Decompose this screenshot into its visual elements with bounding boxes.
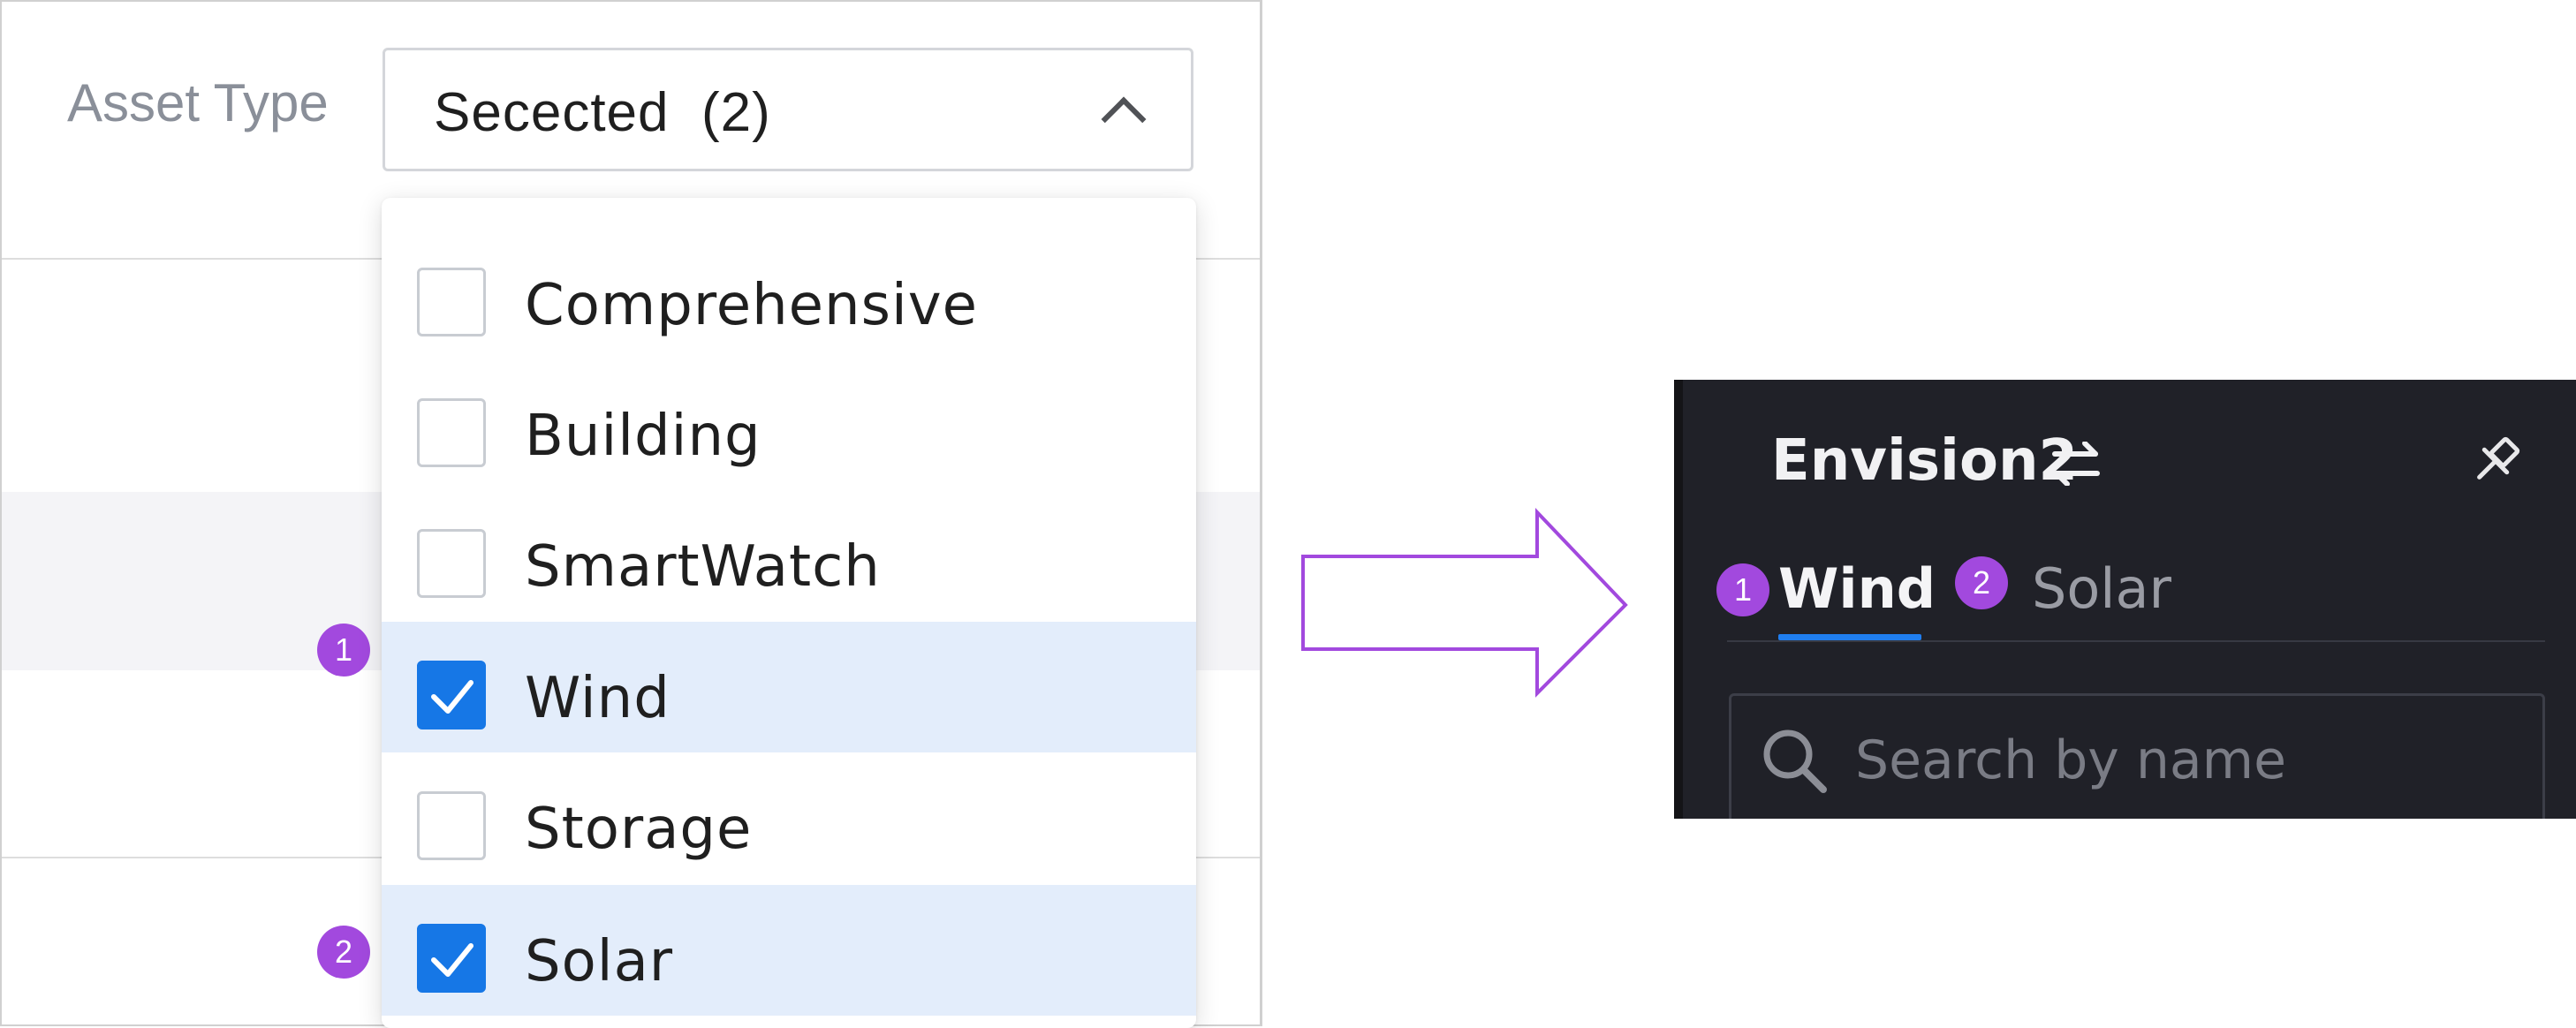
option-building[interactable]: Building [382,359,1196,490]
step-badge-1: 1 [317,624,370,677]
option-storage[interactable]: Storage [382,752,1196,883]
tabs-divider [1727,640,2545,642]
checkbox[interactable] [417,529,486,598]
chevron-up-icon [1101,96,1147,142]
checkbox[interactable] [417,268,486,336]
option-label: Comprehensive [525,273,978,338]
panel-edge [1674,380,1683,819]
check-icon [431,943,474,977]
project-name: Envision2 [1771,428,2079,494]
select-value: Secected (2) [434,82,771,143]
search-placeholder: Search by name [1855,729,2287,791]
option-label: Solar [525,929,674,994]
checkbox[interactable] [417,398,486,467]
option-label: SmartWatch [525,534,881,600]
checkbox-checked[interactable] [417,661,486,729]
pin-icon[interactable] [2469,435,2522,488]
asset-type-select[interactable]: Secected (2) [383,48,1193,171]
option-smartwatch[interactable]: SmartWatch [382,490,1196,621]
option-wind[interactable]: Wind [382,622,1196,752]
tab-solar[interactable]: Solar [2032,556,2171,621]
search-icon [1763,729,1827,793]
checkbox[interactable] [417,791,486,860]
check-icon [431,680,474,714]
asset-navigator-panel: Envision2 1 Wind 2 Solar Search by name [1674,380,2576,819]
asset-type-label: Asset Type [67,73,329,132]
checkbox-checked[interactable] [417,924,486,993]
switch-arrows-icon[interactable] [2049,442,2102,486]
tab-wind[interactable]: Wind [1778,556,1936,621]
option-label: Building [525,404,761,469]
option-label: Wind [525,666,671,731]
search-input[interactable]: Search by name [1729,693,2545,819]
option-solar[interactable]: Solar [382,885,1196,1016]
asset-type-dropdown: Comprehensive Building SmartWatch Wind S… [382,198,1196,1028]
active-tab-indicator [1778,634,1921,640]
step-badge-2: 2 [1955,556,2008,609]
step-badge-2: 2 [317,926,370,979]
option-label: Storage [525,797,753,862]
option-comprehensive[interactable]: Comprehensive [382,229,1196,359]
step-badge-1: 1 [1716,563,1769,616]
right-arrow-icon [1301,508,1628,698]
